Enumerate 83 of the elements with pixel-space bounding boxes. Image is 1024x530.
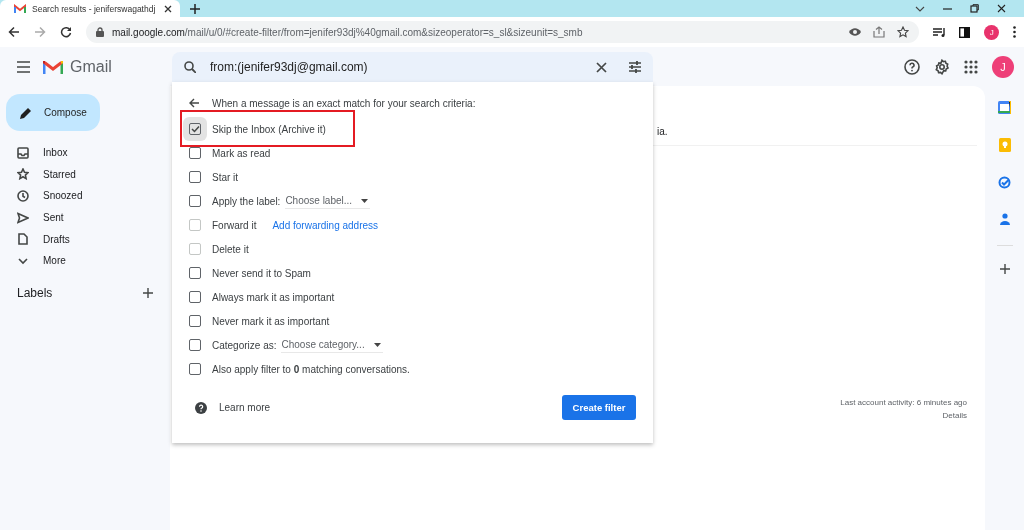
checkbox[interactable] [189,291,201,303]
dropdown-caret-icon [373,342,381,347]
send-arrow-icon [17,211,29,224]
apps-grid-icon[interactable] [964,59,978,74]
option-label: Always mark it as important [212,291,335,303]
checkbox[interactable] [189,315,201,327]
mail-logo-icon [14,3,26,14]
checkbox[interactable] [189,267,201,279]
back-arrow-icon[interactable] [189,98,200,108]
settings-icon[interactable] [934,58,950,75]
checkbox[interactable] [189,363,201,375]
lock-icon [96,27,104,37]
new-tab-icon[interactable] [190,3,200,14]
labels-heading: Labels [17,285,53,300]
inbox-tray-icon [17,146,29,159]
tab-title: Search results - jeniferswagathdj [32,3,157,14]
profile-avatar[interactable]: J [984,24,999,40]
browser-tab[interactable]: Search results - jeniferswagathdj [0,0,180,17]
back-arrow-icon[interactable] [8,26,20,38]
checkbox[interactable] [189,147,201,159]
maximize-icon[interactable] [970,4,979,13]
nav-item[interactable]: Drafts [0,228,170,250]
dialog-heading: When a message is an exact match for your search criteria: [212,97,476,109]
more-vertical-icon[interactable] [1013,26,1016,38]
task-check-icon[interactable] [998,176,1011,189]
clock-icon [17,190,29,202]
share-icon[interactable] [873,26,886,38]
eye-icon[interactable] [849,27,862,37]
option-label: Skip the Inbox (Archive it) [212,123,326,135]
person-icon[interactable] [999,213,1010,225]
help-icon[interactable] [904,58,920,75]
search-icon[interactable] [184,61,196,73]
search-bar[interactable]: from:(jenifer93dj@gmail.com) [172,52,653,82]
chevron-down-icon[interactable] [915,5,925,12]
option-label: Star it [212,171,239,183]
checkbox[interactable] [189,195,201,207]
reload-icon[interactable] [60,26,72,38]
app-name: Gmail [70,57,112,76]
menu-icon[interactable] [17,60,30,73]
option-label: Never mark it as important [212,315,330,327]
url-text: mail.google.com/mail/u/0/#create-filter/from=jenifer93dj%40gmail.com&sizeoperator=s_sl&sizeunit=s_smb [112,26,583,38]
option-label: Also apply filter to 0 matching conversations. [212,363,410,375]
learn-more-link[interactable]: Learn more [219,402,271,413]
document-icon [17,233,29,246]
side-panel-icon[interactable] [959,26,971,38]
close-icon[interactable] [997,4,1006,13]
dropdown-caret-icon [361,198,369,203]
checkmark-icon [190,125,200,133]
search-text: from:(jenifer93dj@gmail.com) [210,60,368,74]
checkbox[interactable] [189,171,201,183]
option-label: Apply the label: [212,195,281,207]
nav-item[interactable]: More [0,249,170,272]
plus-icon[interactable] [999,264,1010,274]
create-filter-button[interactable]: Create filter [562,395,636,420]
nav-item[interactable]: Sent [0,206,170,229]
star-outline-icon [17,168,29,181]
option-label: Delete it [212,243,249,255]
address-bar[interactable]: mail.google.com/mail/u/0/#create-filter/from=jenifer93dj%40gmail.com&sizeoperator=s_sl&sizeunit=s_smb [86,21,920,43]
checkbox[interactable] [189,339,201,351]
plus-icon[interactable] [143,287,153,298]
dropdown-select[interactable]: Choose category... [281,337,383,353]
option-label: Forward it [212,219,257,231]
help-icon[interactable] [195,401,207,414]
reading-list-icon[interactable] [933,27,946,37]
option-label: Categorize as: [212,339,277,351]
details-link[interactable]: Details [942,409,967,422]
close-icon[interactable] [596,61,607,73]
filter-sliders-icon[interactable] [629,61,641,73]
account-avatar[interactable]: J [992,55,1014,78]
star-outline-icon[interactable] [897,26,910,38]
activity-text: Last account activity: 6 minutes ago [840,397,967,409]
option-label: Mark as read [212,147,271,159]
nav-item[interactable]: Inbox [0,142,170,164]
option-label: Never send it to Spam [212,267,311,279]
dropdown-select[interactable]: Choose label... [285,193,371,209]
pencil-icon [19,105,32,120]
nav-item[interactable]: Starred [0,163,170,186]
message-text: ia. [657,126,669,137]
calendar-icon[interactable] [998,101,1011,114]
nav-item[interactable]: Snoozed [0,185,170,207]
gmail-logo-icon[interactable] [43,58,63,75]
close-icon[interactable] [164,4,172,13]
compose-button[interactable]: Compose [6,94,100,131]
